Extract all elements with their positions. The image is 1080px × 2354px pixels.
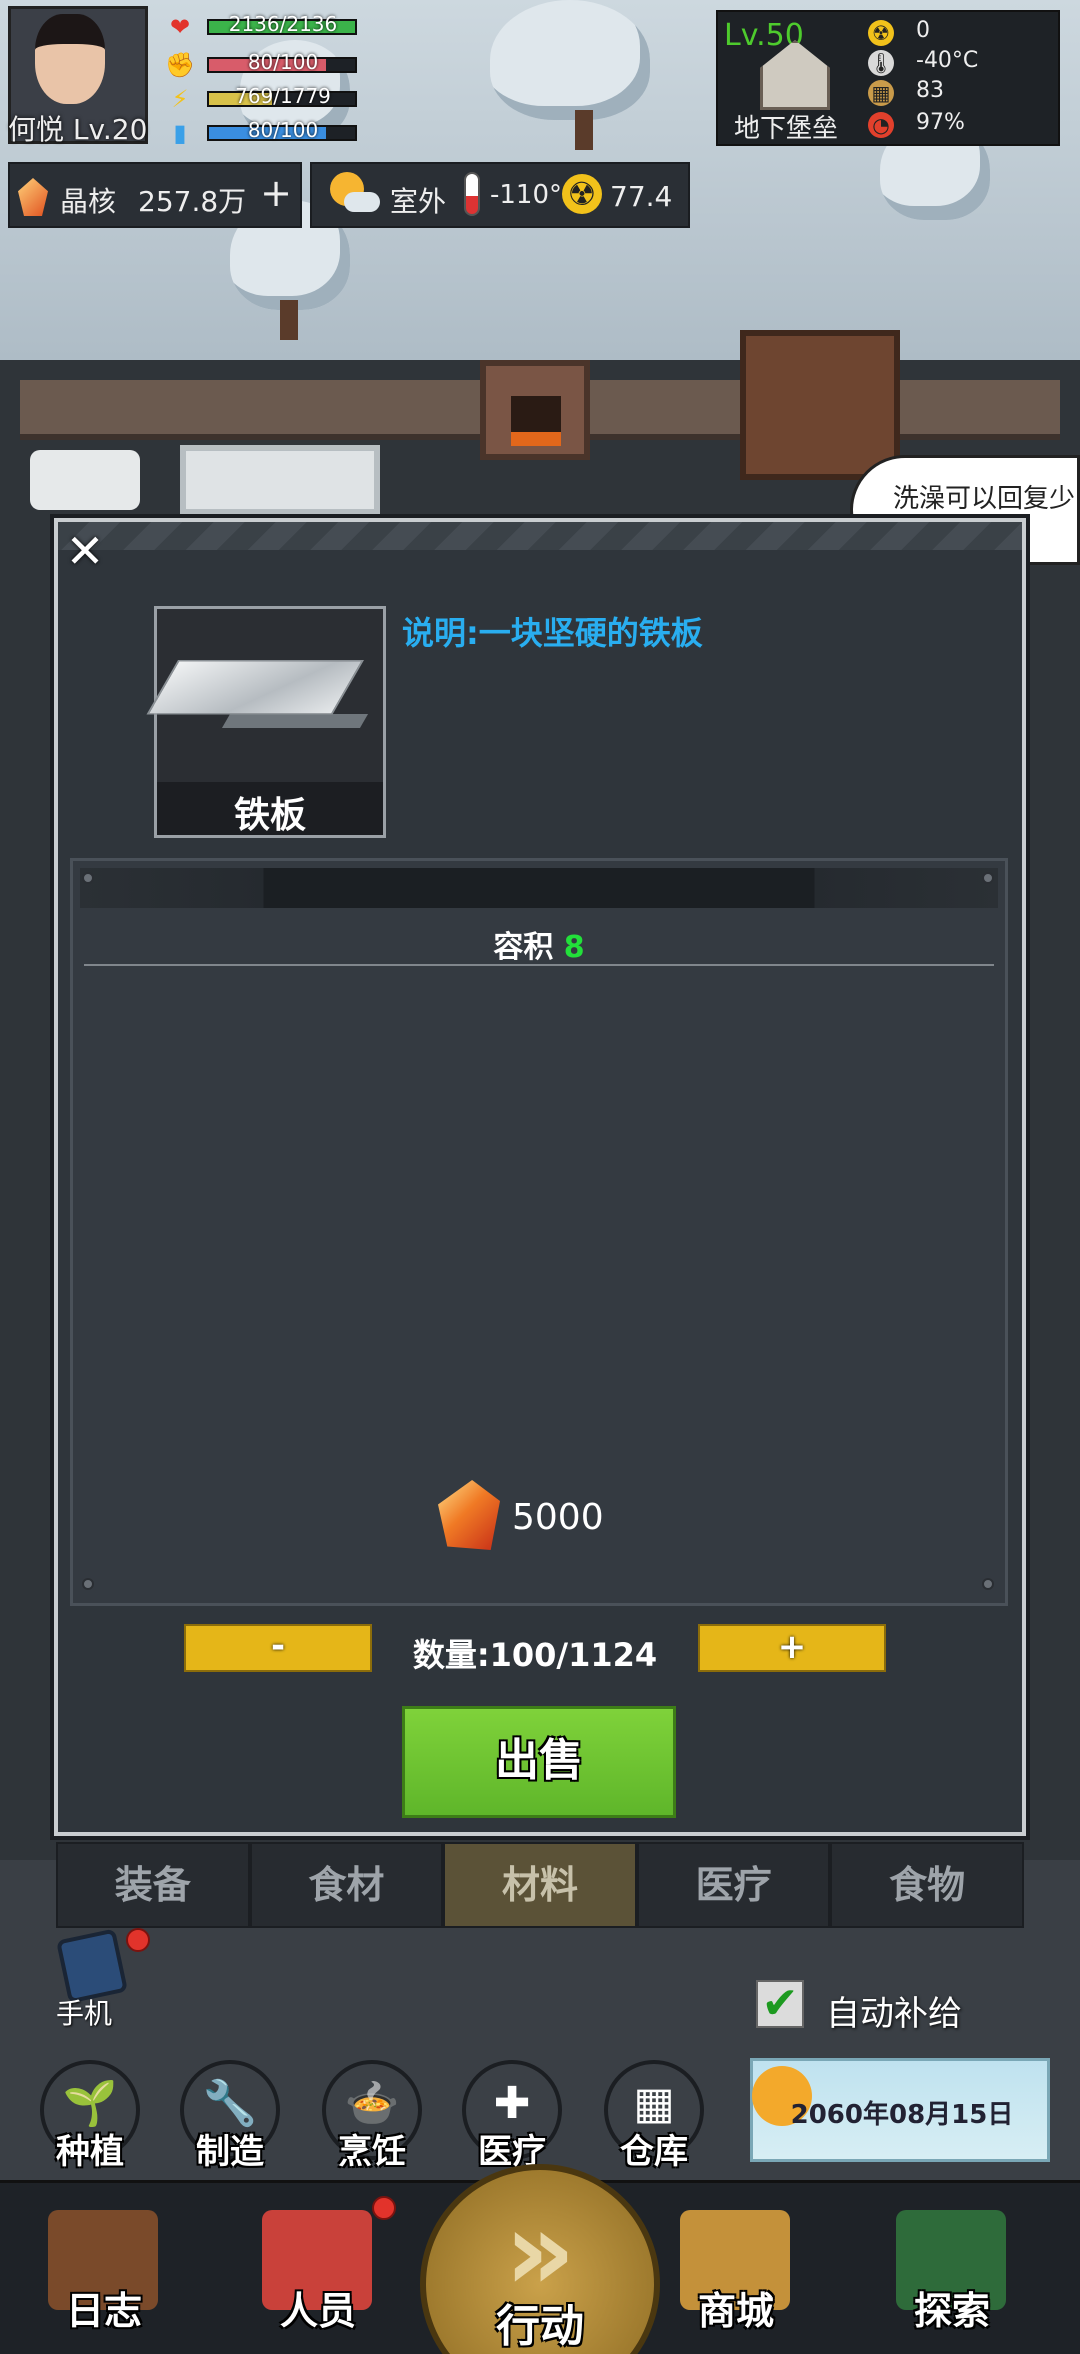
nav-people-label[interactable]: 人员	[248, 2280, 388, 2335]
base-name: 地下堡垒	[734, 114, 839, 144]
crystal-label: 晶核	[60, 185, 117, 218]
item-name: 铁板	[233, 795, 306, 836]
game-date: 2060年08月15日	[790, 2100, 1014, 2130]
thermometer-icon	[464, 172, 480, 216]
dialog-header-stripe	[58, 522, 1022, 550]
sell-button[interactable]: 出售	[402, 1706, 676, 1818]
stat-value: 769/1779	[235, 84, 331, 108]
rivet	[982, 1578, 994, 1590]
nav-log-label[interactable]: 日志	[34, 2280, 174, 2335]
crystal-value: 257.8万	[138, 185, 247, 218]
nav-shop-label[interactable]: 商城	[666, 2280, 806, 2335]
stat-row: ▮ 80/100	[165, 118, 365, 147]
base-stat-row: ◔ 97%	[868, 110, 1058, 140]
outside-label: 室外	[390, 185, 447, 218]
base-stat-value: 97%	[916, 110, 965, 135]
player-name: 何悦 Lv.20	[8, 113, 148, 146]
item-description: 说明:一块坚硬的铁板	[402, 614, 703, 652]
stat-row: ⚡ 769/1779	[165, 84, 365, 113]
iron-plate-icon	[146, 660, 369, 764]
close-icon[interactable]: ✕	[62, 528, 108, 574]
notification-dot	[372, 2196, 396, 2220]
radiation-icon: ☢	[562, 174, 602, 214]
base-stat-row: 🌡 -40°C	[868, 48, 1058, 78]
rivet	[982, 872, 994, 884]
supplies-icon: ▦	[868, 80, 894, 106]
plant-label[interactable]: 种植	[30, 2124, 150, 2173]
toilet	[30, 450, 140, 510]
volume-label: 容积	[493, 930, 554, 965]
base-stat-value: -40°C	[916, 48, 979, 73]
storage-label[interactable]: 仓库	[594, 2124, 714, 2173]
increase-quantity-button[interactable]: +	[698, 1624, 886, 1672]
tab-3[interactable]: 医疗	[636, 1842, 831, 1928]
sell-price: 5000	[512, 1497, 604, 1538]
weather-icon	[330, 172, 380, 216]
fireplace	[480, 360, 590, 460]
volume-row: 容积 8	[84, 922, 994, 966]
radiation-icon: ☢	[868, 20, 894, 46]
avatar-portrait	[35, 14, 105, 104]
base-stat-value: 0	[916, 18, 930, 43]
action-label[interactable]: 行动	[420, 2290, 660, 2354]
tab-2[interactable]: 材料	[443, 1842, 637, 1928]
water-icon: ▮	[173, 119, 187, 147]
outside-radiation: 77.4	[610, 180, 673, 213]
stat-row: ✊ 80/100	[165, 50, 365, 79]
nav-explore-label[interactable]: 探索	[882, 2280, 1022, 2335]
stat-value: 80/100	[247, 50, 319, 74]
lightning-icon: ⚡	[171, 85, 189, 113]
rivet	[82, 1578, 94, 1590]
stat-value: 80/100	[247, 118, 319, 142]
shield-icon: ◔	[868, 112, 894, 138]
auto-supply-checkbox[interactable]: ✔	[756, 1980, 804, 2028]
stat-value: 2136/2136	[228, 12, 338, 36]
fist-icon: ✊	[165, 51, 195, 79]
volume-value: 8	[563, 930, 585, 965]
tab-0[interactable]: 装备	[56, 1842, 250, 1928]
base-stat-value: 83	[916, 78, 944, 103]
add-crystal-button[interactable]: +	[258, 172, 294, 214]
cook-label[interactable]: 烹饪	[312, 2124, 432, 2173]
stat-row: ❤ 2136/2136	[165, 12, 365, 41]
base-stat-row: ☢ 0	[868, 18, 1058, 48]
quantity-label: 数量:100/1124	[412, 1636, 658, 1674]
snow-tree	[490, 0, 650, 120]
auto-supply-label[interactable]: 自动补给	[826, 1986, 962, 2035]
category-tabs: 装备 食材 材料 医疗 食物	[56, 1842, 1024, 1928]
notification-dot	[126, 1928, 150, 1952]
info-panel-header	[80, 868, 998, 908]
divider	[84, 964, 994, 966]
phone-label[interactable]: 手机	[56, 1992, 112, 2032]
heart-icon: ❤	[169, 13, 191, 41]
thermometer-icon: 🌡	[868, 50, 894, 76]
bathtub[interactable]	[180, 445, 380, 515]
tab-1[interactable]: 食材	[249, 1842, 444, 1928]
tab-4[interactable]: 食物	[830, 1842, 1024, 1928]
item-info-panel	[70, 858, 1008, 1606]
bunker-door[interactable]	[740, 330, 900, 480]
decrease-quantity-button[interactable]: -	[184, 1624, 372, 1672]
craft-label[interactable]: 制造	[170, 2124, 290, 2173]
rivet	[82, 872, 94, 884]
base-stat-row: ▦ 83	[868, 78, 1058, 108]
